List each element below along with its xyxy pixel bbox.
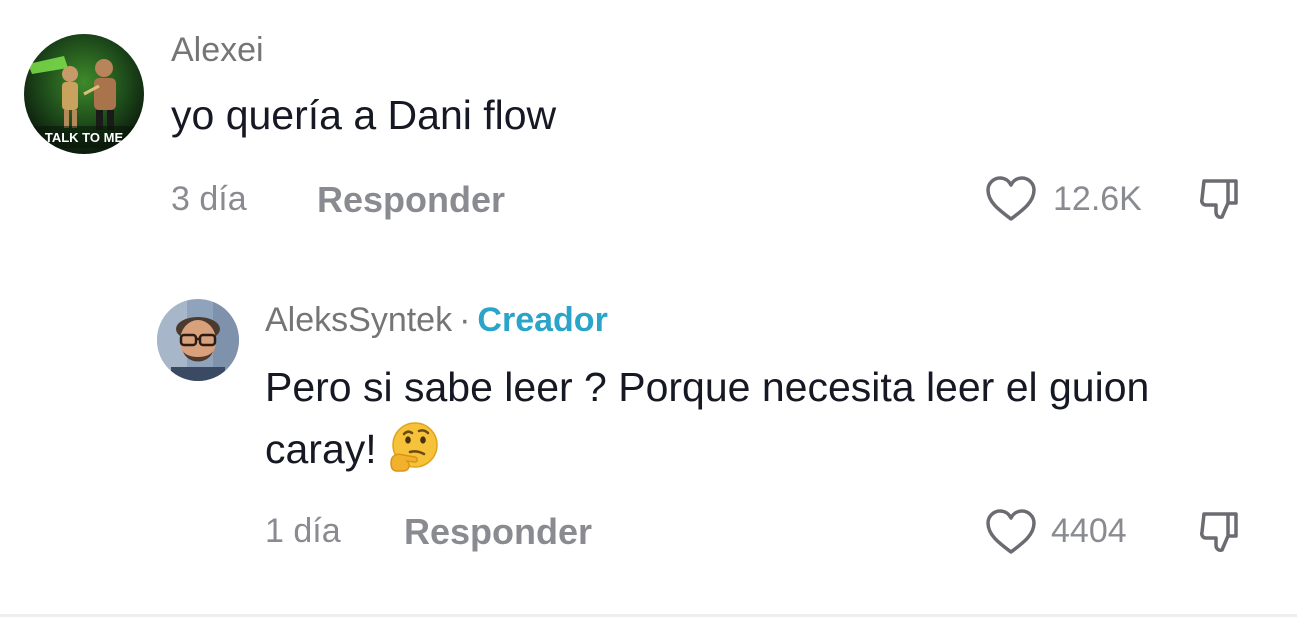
avatar-image: TALK TO ME [24,34,144,154]
reply-button[interactable]: Responder [404,511,592,553]
creator-badge: Creador [477,301,608,339]
divider [0,614,1297,617]
thinking-face-emoji [385,419,441,475]
like-count: 12.6K [1053,180,1142,218]
comment-username[interactable]: Alexei [171,31,264,70]
comment-username: AleksSyntek · Creador [265,301,608,340]
heart-outline-icon[interactable] [985,175,1037,223]
user-avatar[interactable]: TALK TO ME [24,34,144,154]
username-link[interactable]: AleksSyntek [265,301,452,339]
comment-timestamp: 1 día [265,512,341,550]
thumbs-down-outline-icon[interactable] [1196,508,1246,558]
comment-timestamp: 3 día [171,180,247,218]
thumbs-down-outline-icon[interactable] [1196,175,1246,225]
reply-comment-item: AleksSyntek · Creador Pero si sabe leer ? … [0,280,1297,600]
avatar-text: TALK TO ME [45,130,124,145]
comment-item: TALK TO ME Alexei yo quería a Dani flow … [0,0,1297,250]
heart-outline-icon[interactable] [985,508,1037,556]
separator-dot: · [459,301,471,339]
avatar-image [157,299,239,381]
user-avatar[interactable] [157,299,239,381]
reply-button[interactable]: Responder [317,179,505,221]
comment-text: Pero si sabe leer ? Porque necesita leer… [265,356,1255,480]
comment-text: yo quería a Dani flow [171,92,557,138]
like-count: 4404 [1051,512,1127,550]
